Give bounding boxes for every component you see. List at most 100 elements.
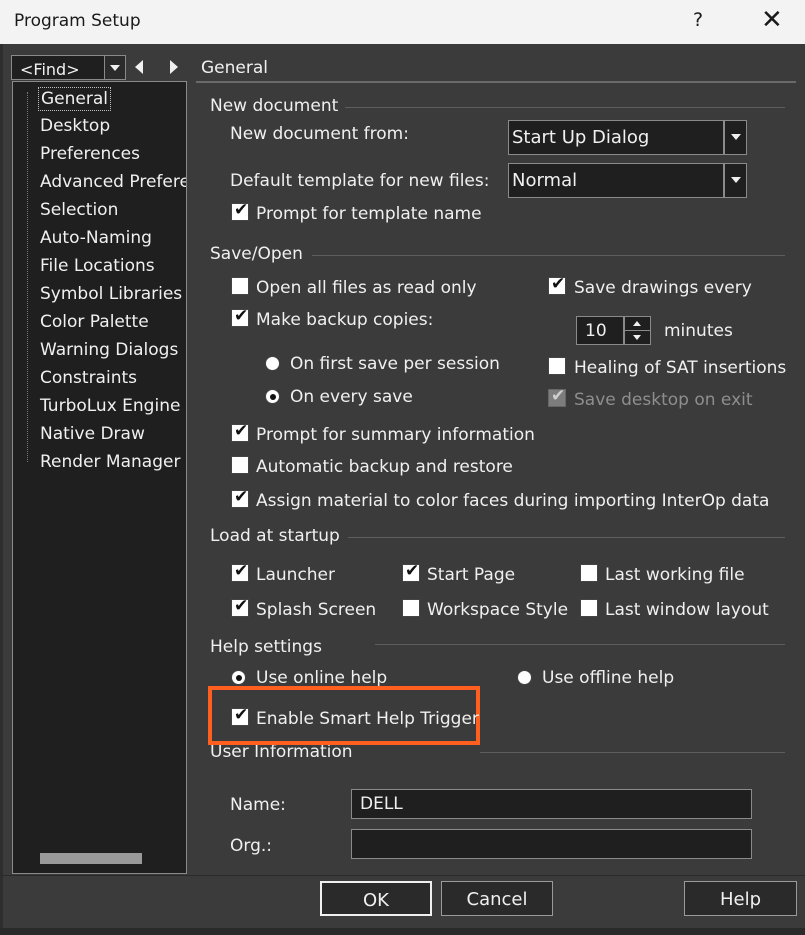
- section-new-document: New document: [210, 96, 339, 116]
- new-document-from-select[interactable]: Start Up Dialog: [508, 120, 724, 155]
- name-input[interactable]: DELL: [351, 789, 752, 819]
- help-button[interactable]: Help: [684, 881, 797, 916]
- start-page-checkbox[interactable]: ✔: [402, 561, 420, 582]
- chevron-up-icon[interactable]: [633, 321, 641, 326]
- summary-info-label: Prompt for summary information: [256, 425, 535, 445]
- default-template-label: Default template for new files:: [230, 171, 490, 191]
- checkmark-icon: ✔: [234, 421, 249, 441]
- checkmark-icon: ✔: [551, 386, 566, 406]
- first-save-radio[interactable]: [265, 356, 280, 371]
- tree-item-desktop[interactable]: Desktop: [38, 115, 112, 139]
- stepper-divider: [625, 330, 650, 331]
- save-drawings-every-label: Save drawings every: [574, 278, 752, 298]
- start-page-label: Start Page: [427, 565, 516, 585]
- minutes-stepper[interactable]: [624, 316, 651, 345]
- tree-item-constraints[interactable]: Constraints: [38, 367, 139, 391]
- tree-item-native-draw[interactable]: Native Draw: [38, 423, 147, 447]
- default-template-value: Normal: [512, 170, 578, 191]
- default-template-select[interactable]: Normal: [508, 163, 724, 198]
- category-tree[interactable]: General Desktop Preferences Advanced Pre…: [12, 81, 187, 874]
- tree-item-warning-dialogs[interactable]: Warning Dialogs: [38, 339, 180, 363]
- assign-material-label: Assign material to color faces during im…: [256, 491, 770, 511]
- checkmark-icon: ✔: [234, 596, 249, 616]
- tree-item-auto-naming[interactable]: Auto-Naming: [38, 227, 154, 251]
- every-save-radio[interactable]: [265, 389, 280, 404]
- read-only-checkbox[interactable]: [231, 277, 249, 295]
- chevron-down-icon[interactable]: [633, 335, 641, 340]
- tree-item-symbol-libraries[interactable]: Symbol Libraries: [38, 283, 184, 307]
- tree-horizontal-scrollbar[interactable]: [40, 853, 142, 864]
- section-divider: [345, 107, 785, 108]
- minutes-label: minutes: [664, 321, 733, 341]
- smart-help-trigger-label: Enable Smart Help Trigger: [256, 709, 479, 729]
- chevron-down-icon: [110, 65, 120, 71]
- radio-dot-icon: [270, 394, 276, 400]
- splash-screen-label: Splash Screen: [256, 600, 377, 620]
- healing-sat-checkbox[interactable]: [548, 357, 566, 375]
- tree-connector: [27, 92, 28, 462]
- offline-help-radio[interactable]: [517, 670, 532, 685]
- splash-screen-checkbox[interactable]: ✔: [231, 596, 249, 617]
- last-working-file-label: Last working file: [605, 565, 745, 585]
- radio-dot-icon: [236, 675, 242, 681]
- last-window-layout-checkbox[interactable]: [580, 599, 598, 617]
- checkmark-icon: ✔: [234, 200, 249, 220]
- backup-copies-checkbox[interactable]: ✔: [231, 306, 249, 327]
- section-divider: [312, 255, 785, 256]
- checkmark-icon: ✔: [234, 561, 249, 581]
- tree-item-selection[interactable]: Selection: [38, 199, 120, 223]
- prompt-template-checkbox[interactable]: ✔: [231, 200, 249, 221]
- footer-divider: [0, 875, 805, 876]
- section-user-information: User Information: [210, 742, 353, 762]
- close-icon[interactable]: ✕: [761, 5, 783, 35]
- page-title: General: [201, 58, 268, 78]
- tree-item-preferences[interactable]: Preferences: [38, 143, 142, 167]
- auto-backup-label: Automatic backup and restore: [256, 457, 513, 477]
- header-divider: [196, 81, 796, 83]
- arrow-right-icon: [170, 60, 178, 74]
- ok-button[interactable]: OK: [320, 881, 432, 916]
- forward-button[interactable]: [161, 55, 185, 80]
- checkmark-icon: ✔: [551, 274, 566, 294]
- prompt-template-label: Prompt for template name: [256, 204, 482, 224]
- summary-info-checkbox[interactable]: ✔: [231, 421, 249, 442]
- healing-sat-label: Healing of SAT insertions: [574, 358, 787, 378]
- window-title: Program Setup: [14, 11, 141, 31]
- save-desktop-checkbox: ✔: [548, 386, 566, 407]
- assign-material-checkbox[interactable]: ✔: [231, 487, 249, 508]
- new-document-from-dropdown-button[interactable]: [724, 120, 747, 155]
- find-dropdown-button[interactable]: [104, 55, 126, 80]
- section-divider: [348, 537, 785, 538]
- section-divider: [375, 644, 785, 645]
- tree-item-color-palette[interactable]: Color Palette: [38, 311, 151, 335]
- online-help-radio[interactable]: [231, 670, 246, 685]
- help-icon[interactable]: ?: [693, 9, 703, 31]
- save-drawings-every-checkbox[interactable]: ✔: [548, 274, 566, 295]
- auto-backup-checkbox[interactable]: [231, 456, 249, 474]
- launcher-label: Launcher: [256, 565, 336, 585]
- tree-item-general[interactable]: General: [38, 87, 111, 111]
- default-template-dropdown-button[interactable]: [724, 163, 747, 198]
- org-input[interactable]: [351, 829, 752, 859]
- last-working-file-checkbox[interactable]: [580, 564, 598, 582]
- launcher-checkbox[interactable]: ✔: [231, 561, 249, 582]
- checkmark-icon: ✔: [234, 705, 249, 725]
- workspace-style-checkbox[interactable]: [402, 599, 420, 617]
- name-value: DELL: [360, 794, 403, 814]
- back-button[interactable]: [128, 55, 152, 80]
- section-load-at-startup: Load at startup: [210, 526, 340, 546]
- find-value: <Find>: [20, 60, 80, 79]
- minutes-value: 10: [585, 321, 607, 341]
- tree-item-render-manager[interactable]: Render Manager: [38, 451, 182, 475]
- minutes-input[interactable]: 10: [576, 316, 624, 345]
- last-window-layout-label: Last window layout: [605, 600, 769, 620]
- smart-help-trigger-checkbox[interactable]: ✔: [231, 705, 249, 726]
- tree-item-file-locations[interactable]: File Locations: [38, 255, 157, 279]
- tree-item-advanced-preferences[interactable]: Advanced Preferen: [38, 171, 186, 195]
- cancel-button[interactable]: Cancel: [441, 881, 553, 916]
- first-save-label: On first save per session: [290, 354, 500, 374]
- bottom-edge: [0, 928, 805, 935]
- checkmark-icon: ✔: [234, 487, 249, 507]
- left-edge: [0, 44, 3, 935]
- tree-item-turbolux-engine[interactable]: TurboLux Engine: [38, 395, 182, 419]
